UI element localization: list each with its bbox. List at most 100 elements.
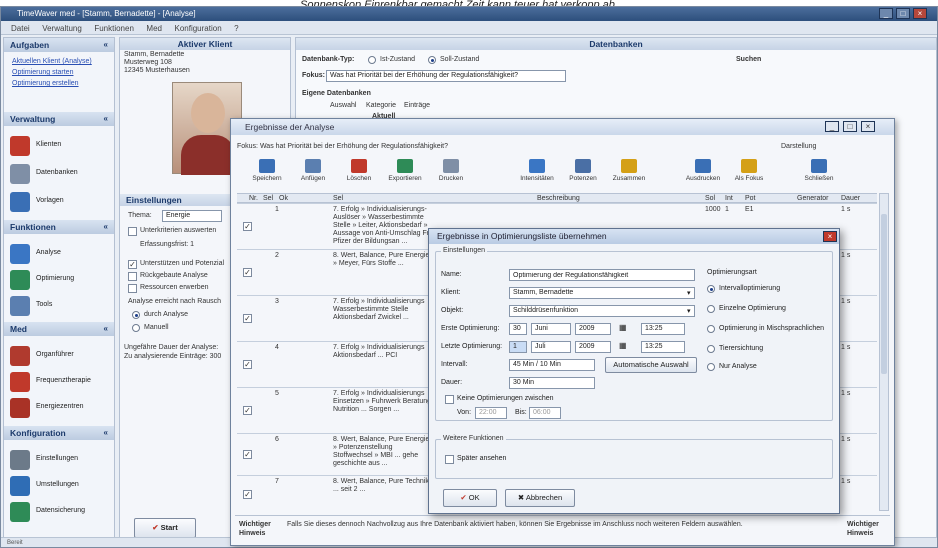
row-checkbox[interactable]: ✓ [243, 360, 252, 369]
menu-item-config[interactable]: Konfiguration [175, 24, 222, 33]
nav-link-start-optimization[interactable]: Optimierung starten [12, 69, 73, 76]
radio-analysis-only[interactable] [707, 363, 715, 371]
toolbar-as-focus-button[interactable]: Als Fokus [727, 157, 771, 191]
results-scrollbar[interactable] [879, 193, 889, 511]
focus-field[interactable]: Was hat Priorität bei der Erhöhung der R… [326, 70, 566, 82]
nav-header-config[interactable]: Konfiguration « [4, 426, 114, 440]
nav-item-backup[interactable]: Datensicherung [8, 500, 112, 524]
toolbar-merge-button[interactable]: Zusammen [607, 157, 651, 191]
option-checkbox-4[interactable] [128, 284, 137, 293]
nav-item-databases[interactable]: Datenbanken [8, 162, 112, 186]
no-optimization-checkbox[interactable] [445, 395, 454, 404]
last-optimization-label: Letzte Optimierung: [441, 343, 503, 350]
toolbar-save-button[interactable]: Speichern [245, 157, 289, 191]
radio-auto[interactable] [132, 311, 140, 319]
attach-icon [305, 159, 321, 173]
nav-item-tools[interactable]: Tools [8, 294, 112, 318]
nav-item-clients[interactable]: Klienten [8, 134, 112, 158]
optimization-close-button[interactable]: × [823, 231, 837, 242]
from-time[interactable]: 22:00 [475, 407, 507, 419]
option-checkbox-0[interactable] [128, 227, 137, 236]
nav-item-changes[interactable]: Umstellungen [8, 474, 112, 498]
toolbar-potencies-button[interactable]: Potenzen [561, 157, 605, 191]
object-select[interactable]: Schilddrüsenfunktion [509, 305, 695, 317]
optimization-type-group [703, 259, 827, 379]
results-minimize-button[interactable]: _ [825, 121, 839, 132]
object-dropdown-chevron-icon[interactable]: ▾ [687, 307, 691, 315]
option-checkbox-2[interactable]: ✓ [128, 260, 137, 269]
row-checkbox[interactable]: ✓ [243, 314, 252, 323]
close-button[interactable]: × [913, 8, 927, 19]
theme-select[interactable]: Energie [162, 210, 222, 222]
last-year[interactable]: 2009 [575, 341, 611, 353]
toolbar-printout-button[interactable]: Ausdrucken [681, 157, 725, 191]
client-dropdown-chevron-icon[interactable]: ▾ [687, 289, 691, 297]
toolbar-print-button[interactable]: Drucken [429, 157, 473, 191]
row-checkbox[interactable]: ✓ [243, 222, 252, 231]
name-input[interactable] [509, 269, 695, 281]
radio-single-optimization[interactable] [707, 305, 715, 313]
menu-item-file[interactable]: Datei [11, 24, 30, 33]
nav-header-tasks[interactable]: Aufgaben « [4, 38, 114, 52]
minimize-button[interactable]: _ [879, 8, 893, 19]
settings-group-label: Einstellungen [441, 247, 488, 254]
radio-target-state[interactable] [428, 56, 436, 64]
toolbar-intensities-button[interactable]: Intensitäten [515, 157, 559, 191]
menu-item-med[interactable]: Med [146, 24, 162, 33]
maximize-button[interactable]: □ [896, 8, 910, 19]
first-day[interactable]: 30 [509, 323, 527, 335]
scrollbar-thumb[interactable] [881, 214, 887, 374]
menu-item-functions[interactable]: Funktionen [94, 24, 134, 33]
results-maximize-button[interactable]: □ [843, 121, 857, 132]
nav-item-organ-guide[interactable]: Organführer [8, 344, 112, 368]
start-button[interactable]: ✔ Start [134, 518, 196, 538]
first-month[interactable]: Juni [531, 323, 571, 335]
client-select[interactable]: Stamm, Bernadette [509, 287, 695, 299]
first-time[interactable]: 13:25 [641, 323, 685, 335]
nav-item-energy-centers[interactable]: Energiezentren [8, 396, 112, 420]
radio-manual[interactable] [132, 324, 140, 332]
interval-select[interactable]: 45 Min / 10 Min [509, 359, 595, 371]
option-checkbox-3[interactable] [128, 272, 137, 281]
toolbar-delete-button[interactable]: Löschen [337, 157, 381, 191]
radio-interval-optimization[interactable] [707, 285, 715, 293]
last-calendar-icon[interactable]: ▦ [619, 341, 635, 353]
first-year[interactable]: 2009 [575, 323, 611, 335]
radio-tier-view[interactable] [707, 345, 715, 353]
radio-actual-state[interactable] [368, 56, 376, 64]
later-checkbox[interactable] [445, 455, 454, 464]
nav-link-create-optimization[interactable]: Optimierung erstellen [12, 80, 79, 87]
row-checkbox[interactable]: ✓ [243, 450, 252, 459]
auto-select-button[interactable]: Automatische Auswahl [605, 357, 697, 373]
toolbar-attach-button[interactable]: Anfügen [291, 157, 335, 191]
nav-link-current-client[interactable]: Aktuellen Klient (Analyse) [12, 58, 92, 65]
last-month[interactable]: Juli [531, 341, 571, 353]
nav-item-settings[interactable]: Einstellungen [8, 448, 112, 472]
row-checkbox[interactable]: ✓ [243, 490, 252, 499]
duration-select[interactable]: 30 Min [509, 377, 595, 389]
nav-header-admin[interactable]: Verwaltung « [4, 112, 114, 126]
toolbar-close-button[interactable]: Schließen [797, 157, 841, 191]
cancel-x-icon: ✖ [517, 493, 525, 502]
ok-button[interactable]: ✔ OK [443, 489, 497, 507]
analysis-icon [10, 244, 30, 264]
menu-item-admin[interactable]: Verwaltung [42, 24, 82, 33]
nav-item-frequency-therapy[interactable]: Frequenztherapie [8, 370, 112, 394]
row-checkbox[interactable]: ✓ [243, 406, 252, 415]
row-checkbox[interactable]: ✓ [243, 268, 252, 277]
radio-mixed-optimization[interactable] [707, 325, 715, 333]
toolbar-export-button[interactable]: Exportieren [383, 157, 427, 191]
menu-item-help[interactable]: ? [234, 24, 238, 33]
cancel-button[interactable]: ✖ Abbrechen [505, 489, 575, 507]
nav-header-med[interactable]: Med « [4, 322, 114, 336]
first-calendar-icon[interactable]: ▦ [619, 323, 635, 335]
results-close-button[interactable]: × [861, 121, 875, 132]
nav-item-optimization[interactable]: Optimierung [8, 268, 112, 292]
nav-item-analysis[interactable]: Analyse [8, 242, 112, 266]
last-time[interactable]: 13:25 [641, 341, 685, 353]
nav-item-templates[interactable]: Vorlagen [8, 190, 112, 214]
to-time[interactable]: 06:00 [529, 407, 561, 419]
tools-icon [10, 296, 30, 316]
nav-header-functions[interactable]: Funktionen « [4, 220, 114, 234]
last-day[interactable]: 1 [509, 341, 527, 353]
